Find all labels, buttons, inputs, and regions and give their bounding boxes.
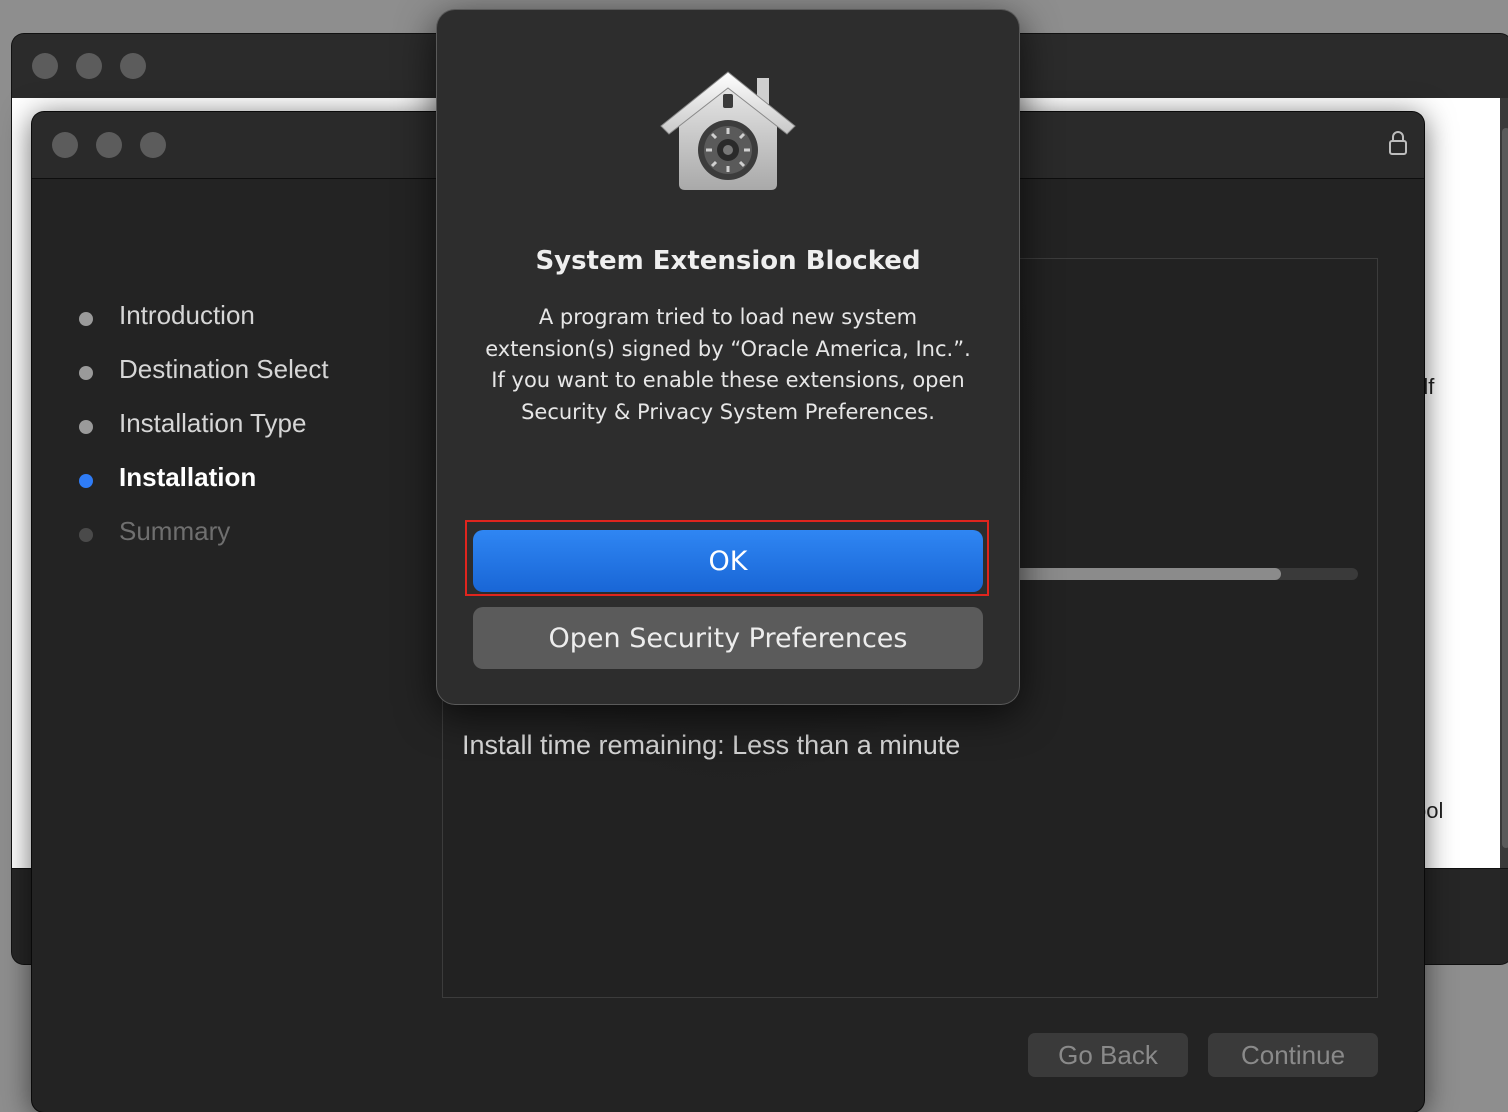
go-back-button[interactable]: Go Back <box>1028 1033 1188 1077</box>
zoom-traffic-light[interactable] <box>140 132 166 158</box>
system-extension-alert: System Extension Blocked A program tried… <box>437 10 1019 704</box>
continue-button[interactable]: Continue <box>1208 1033 1378 1077</box>
step-label: Introduction <box>119 300 255 330</box>
ok-button-highlight <box>465 520 989 596</box>
step-label: Installation <box>119 462 257 492</box>
minimize-traffic-light[interactable] <box>76 53 102 79</box>
close-traffic-light[interactable] <box>32 53 58 79</box>
alert-message: A program tried to load new system exten… <box>485 305 971 424</box>
scrollbar-thumb[interactable] <box>1502 128 1508 848</box>
background-scrollbar[interactable] <box>1500 98 1508 868</box>
step-bullet <box>79 366 93 380</box>
lock-icon <box>1389 131 1407 155</box>
step-label: Installation Type <box>119 408 307 438</box>
step-bullet-current <box>79 474 93 488</box>
step-bullet <box>79 312 93 326</box>
security-house-icon <box>660 71 796 190</box>
step-label: Destination Select <box>119 354 329 384</box>
minimize-traffic-light[interactable] <box>96 132 122 158</box>
step-bullet <box>79 420 93 434</box>
step-bullet <box>79 528 93 542</box>
close-traffic-light[interactable] <box>52 132 78 158</box>
open-security-preferences-button[interactable]: Open Security Preferences <box>473 607 983 669</box>
alert-title: System Extension Blocked <box>535 246 921 276</box>
time-remaining-label: Install time remaining: Less than a minu… <box>462 730 961 760</box>
step-label: Summary <box>119 516 231 546</box>
zoom-traffic-light[interactable] <box>120 53 146 79</box>
